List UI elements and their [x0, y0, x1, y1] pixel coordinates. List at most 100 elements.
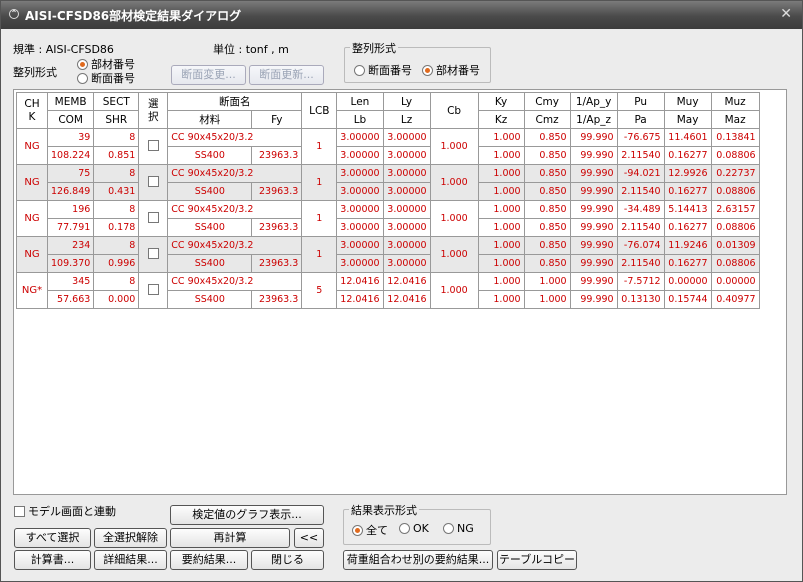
cell-may: 0.16277	[663, 218, 712, 237]
table-row[interactable]: 126.849 0.431 SS400 23963.3 3.00000 3.00000 1.…	[17, 182, 760, 201]
summary-button[interactable]: 要約結果...	[170, 550, 248, 570]
dialog-window: ⌃ AISI-CFSD86部材検定結果ダイアログ ✕ 規準 : AISI-CFS…	[0, 0, 803, 582]
cell-cb: 1.000	[429, 128, 479, 165]
header-pa: Pa	[616, 110, 665, 129]
cell-chk: NG	[16, 164, 48, 201]
cell-chk: NG*	[16, 272, 48, 309]
result-option-all[interactable]: 全て	[352, 522, 388, 538]
cell-com: 77.791	[46, 218, 95, 237]
select-checkbox[interactable]	[147, 175, 159, 187]
cell-maz: 0.08806	[710, 254, 760, 273]
deselect-all-button[interactable]: 全選択解除	[94, 528, 167, 548]
sort-option-section[interactable]: 断面番号	[77, 70, 135, 86]
results-table: CH K MEMB SECT 選 択 断面名 LCB Len Ly Cb Ky …	[16, 92, 760, 309]
cell-cmz: 0.850	[523, 182, 571, 201]
results-grid[interactable]: CH K MEMB SECT 選 択 断面名 LCB Len Ly Cb Ky …	[13, 89, 787, 495]
header-com: COM	[46, 110, 95, 129]
cell-select[interactable]	[138, 200, 169, 237]
sort-group-option-section[interactable]: 断面番号	[354, 62, 412, 78]
header-cmz: Cmz	[523, 110, 571, 129]
cell-apy: 99.990	[569, 128, 618, 147]
cell-apy: 99.990	[569, 200, 618, 219]
graph-button[interactable]: 検定値のグラフ表示...	[170, 505, 324, 525]
result-option-ok[interactable]: OK	[399, 522, 429, 535]
cell-lcb: 1	[301, 128, 338, 165]
calc-book-button[interactable]: 計算書...	[14, 550, 91, 570]
cell-len: 12.0416	[336, 272, 384, 291]
close-icon[interactable]: ✕	[780, 6, 792, 22]
cell-kz: 1.000	[477, 254, 525, 273]
header-muz: Muz	[710, 92, 760, 111]
header-lcb: LCB	[301, 92, 338, 129]
table-row[interactable]: NG 75 8 CC 90x45x20/3.2 1 3.00000 3.00000 1.000…	[16, 164, 760, 201]
load-combo-summary-button[interactable]: 荷重組合わせ別の要約結果...	[343, 550, 493, 570]
cell-com: 109.370	[46, 254, 95, 273]
recalc-button[interactable]: 再計算	[170, 528, 290, 548]
cell-com: 57.663	[46, 290, 95, 309]
close-button[interactable]: 閉じる	[251, 550, 324, 570]
link-model-checkbox[interactable]: モデル画面と連動	[14, 503, 116, 519]
table-row[interactable]: 57.663 0.000 SS400 23963.3 12.0416 12.0416 1.0…	[17, 290, 760, 309]
cell-lcb: 1	[301, 164, 338, 201]
cell-apz: 99.990	[569, 254, 618, 273]
header-ly: Ly	[382, 92, 431, 111]
table-row[interactable]: 77.791 0.178 SS400 23963.3 3.00000 3.00000 1.0…	[17, 218, 760, 237]
select-all-button[interactable]: すべて選択	[14, 528, 91, 548]
cell-select[interactable]	[138, 128, 169, 165]
collapse-button[interactable]: <<	[294, 528, 324, 548]
cell-select[interactable]	[138, 164, 169, 201]
table-row[interactable]: NG 196 8 CC 90x45x20/3.2 1 3.00000 3.00000 1.00…	[16, 200, 760, 237]
header-kz: Kz	[477, 110, 525, 129]
table-row[interactable]: NG 234 8 CC 90x45x20/3.2 1 3.00000 3.00000 1.00…	[16, 236, 760, 273]
select-checkbox[interactable]	[147, 283, 159, 295]
header-lz: Lz	[382, 110, 431, 129]
cell-section: CC 90x45x20/3.2	[167, 272, 303, 291]
cell-cmy: 0.850	[523, 128, 571, 147]
section-update-button[interactable]: 断面更新...	[249, 65, 324, 85]
cell-section: CC 90x45x20/3.2	[167, 164, 303, 183]
result-option-ng[interactable]: NG	[443, 522, 474, 535]
cell-pu: -94.021	[616, 164, 665, 183]
cell-cmy: 0.850	[523, 236, 571, 255]
cell-pu: -7.5712	[616, 272, 665, 291]
detail-button[interactable]: 詳細結果...	[94, 550, 167, 570]
cell-maz: 0.08806	[710, 182, 760, 201]
cell-section: CC 90x45x20/3.2	[167, 200, 303, 219]
section-change-button[interactable]: 断面変更...	[171, 65, 246, 85]
header-select: 選 択	[138, 92, 169, 129]
cell-chk: NG	[16, 200, 48, 237]
table-row[interactable]: NG* 345 8 CC 90x45x20/3.2 5 12.0416 12.0416 1.0…	[16, 272, 760, 309]
table-copy-button[interactable]: テーブルコピー	[497, 550, 577, 570]
unit-label: 単位 : tonf , m	[213, 43, 289, 56]
collapse-icon[interactable]: ⌃	[9, 9, 19, 19]
cell-select[interactable]	[138, 236, 169, 273]
cell-pa: 0.13130	[616, 290, 665, 309]
header-lb: Lb	[336, 110, 384, 129]
cell-ky: 1.000	[477, 200, 525, 219]
cell-select[interactable]	[138, 272, 169, 309]
radio-icon	[77, 59, 88, 70]
cell-cmz: 0.850	[523, 146, 571, 165]
window-title: AISI-CFSD86部材検定結果ダイアログ	[25, 9, 242, 23]
cell-len: 3.00000	[336, 128, 384, 147]
select-checkbox[interactable]	[147, 139, 159, 151]
select-checkbox[interactable]	[147, 211, 159, 223]
table-row[interactable]: 109.370 0.996 SS400 23963.3 3.00000 3.00000 1.…	[17, 254, 760, 273]
cell-section: CC 90x45x20/3.2	[167, 128, 303, 147]
table-row[interactable]: NG 39 8 CC 90x45x20/3.2 1 3.00000 3.00000 1.000…	[16, 128, 760, 165]
cell-muy: 0.00000	[663, 272, 712, 291]
radio-icon	[352, 525, 363, 536]
table-row[interactable]: 108.224 0.851 SS400 23963.3 3.00000 3.00000 1.…	[17, 146, 760, 165]
cell-material: SS400	[167, 182, 253, 201]
header-chk: CH K	[16, 92, 48, 129]
cell-len: 3.00000	[336, 200, 384, 219]
cell-may: 0.16277	[663, 254, 712, 273]
select-checkbox[interactable]	[147, 247, 159, 259]
cell-memb: 196	[46, 200, 95, 219]
sort-group-option-member[interactable]: 部材番号	[422, 62, 480, 78]
cell-muz: 0.22737	[710, 164, 760, 183]
cell-fy: 23963.3	[251, 254, 303, 273]
cell-cmz: 1.000	[523, 290, 571, 309]
cell-apy: 99.990	[569, 236, 618, 255]
table-body: NG 39 8 CC 90x45x20/3.2 1 3.00000 3.00000 1.000…	[16, 128, 760, 309]
